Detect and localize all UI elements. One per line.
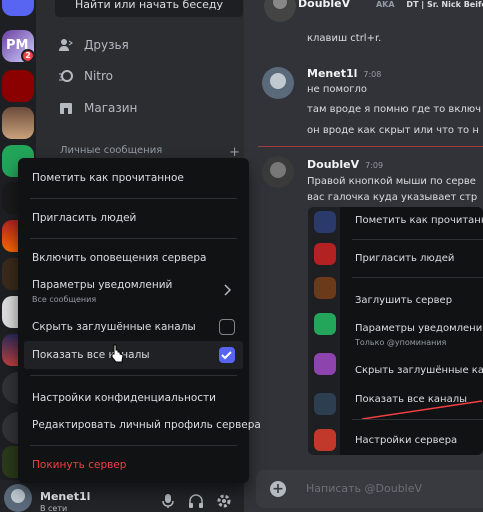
attachment-server-rail [308,207,340,455]
menu-enable-notifications[interactable]: Включить оповещения сервера [24,244,243,272]
divider [30,198,237,199]
menu-invite[interactable]: Пригласить людей [24,204,243,232]
message-composer[interactable]: + Написать @DoubleV [256,470,483,508]
message-text: он вроде как скрыт или что то н [307,125,479,136]
embed-item-notif-sub: Только @упоминания [355,338,447,347]
username: Menet1l [40,490,91,503]
checkmark-icon [221,351,232,360]
embed-item-mute: Заглушить сервер [355,295,453,306]
avatar-image-icon [262,156,294,188]
server-avatar-icon[interactable] [2,107,34,139]
gear-icon[interactable] [216,493,232,509]
avatar-image-icon [4,484,32,512]
headphones-icon[interactable] [188,493,204,509]
search-button[interactable]: Найти или начать беседу [55,0,243,17]
message-text: Правой кнопкой мыши по серве [307,176,476,187]
nitro-icon [59,70,73,82]
nav-nitro-label: Nitro [84,69,114,83]
message-author[interactable]: DoubleV AKA DT | Sr. Nick Beife [298,0,483,10]
message-input-placeholder: Написать @DoubleV [306,482,423,495]
message-text: не помогло [307,84,367,95]
divider [30,445,237,446]
menu-mark-read[interactable]: Пометить как прочитанное [24,164,243,192]
nav-friends-label: Друзья [84,38,129,52]
new-messages-divider [258,146,483,147]
image-attachment[interactable]: Пометить как прочитанное Пригласить люде… [308,207,483,455]
hide-muted-checkbox[interactable] [219,319,235,335]
menu-privacy-settings[interactable]: Настройки конфиденциальности [24,384,243,412]
discord-home-icon[interactable] [2,0,34,16]
microphone-icon[interactable] [160,493,176,509]
message-author[interactable]: Menet1l 7:08 [307,67,381,80]
server-pm-icon[interactable]: PM 2 [2,30,34,62]
show-all-checkbox[interactable] [219,347,235,363]
server-icon [314,429,336,451]
shop-icon [60,103,72,114]
embed-item-invite: Пригласить людей [355,253,455,264]
add-attachment-icon[interactable]: + [270,481,286,497]
nav-shop[interactable]: Магазин [58,95,137,121]
friends-icon [59,39,73,51]
hand-cursor-icon [111,344,124,363]
avatar-image-icon [262,67,294,99]
menu-notification-settings-sub: Все сообщения [32,295,97,304]
user-status: В сети [40,504,68,512]
embed-item-server-settings: Настройки сервера [355,435,458,446]
server-dota-icon[interactable] [2,70,34,102]
message-author[interactable]: DoubleV 7:09 [307,158,383,171]
message-text: там вроде я помню где то включ [307,104,482,115]
unread-badge: 2 [21,49,34,62]
chevron-right-icon [224,284,231,296]
nav-nitro[interactable]: Nitro [58,63,113,89]
embed-item-notif: Параметры уведомлений [355,323,483,334]
nav-shop-label: Магазин [84,101,138,115]
server-icon [314,211,336,233]
divider [30,375,237,376]
user-panel: Menet1l В сети [0,480,244,512]
divider [352,239,483,240]
menu-edit-server-profile[interactable]: Редактировать личный профиль сервера [24,411,261,439]
embed-item-mark-read: Пометить как прочитанное [355,215,483,226]
message-text: клавиш ctrl+r. [307,33,382,44]
menu-leave-server[interactable]: Покинуть сервер [24,451,243,479]
menu-hide-muted[interactable]: Скрыть заглушённые каналы [24,313,243,341]
server-context-menu: Пометить как прочитанное Пригласить люде… [18,158,261,483]
avatar[interactable] [262,156,294,188]
divider [352,277,483,278]
user-avatar[interactable] [4,484,32,512]
divider [30,238,237,239]
attachment-context-menu: Пометить как прочитанное Пригласить люде… [344,207,483,455]
server-icon [314,277,336,299]
nav-friends[interactable]: Друзья [58,32,129,58]
message-text: вас галочка куда указывает стр [307,192,478,203]
menu-show-all-channels[interactable]: Показать все каналы [24,341,243,369]
server-icon [314,393,336,415]
server-icon [314,353,336,375]
server-icon [314,243,336,265]
server-icon [314,313,336,335]
divider [352,419,483,420]
avatar[interactable] [262,67,294,99]
embed-item-hide-muted: Скрыть заглушённые кана [355,365,483,376]
